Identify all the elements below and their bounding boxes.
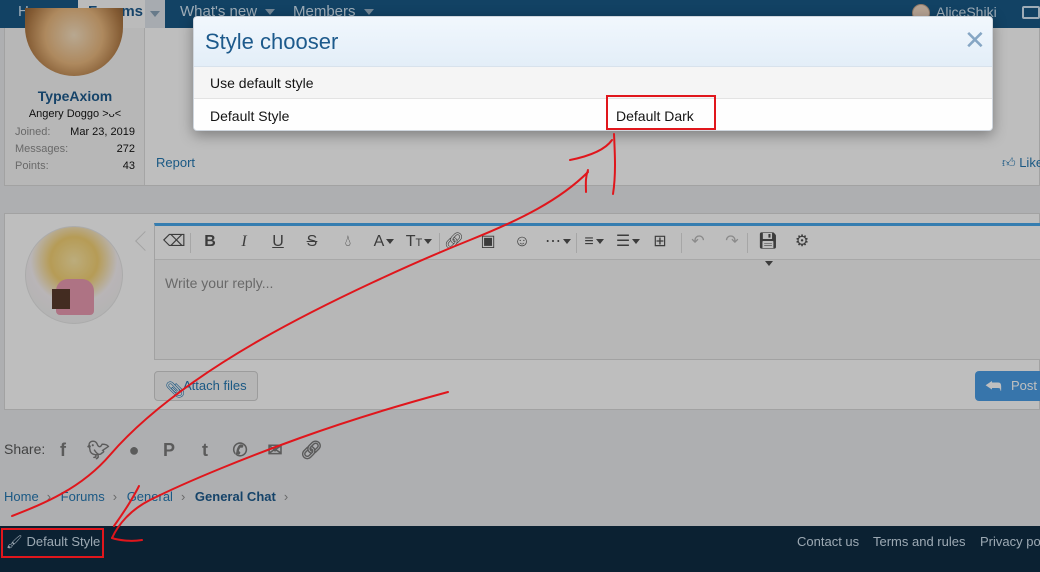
annotation-arrows	[11, 133, 616, 542]
